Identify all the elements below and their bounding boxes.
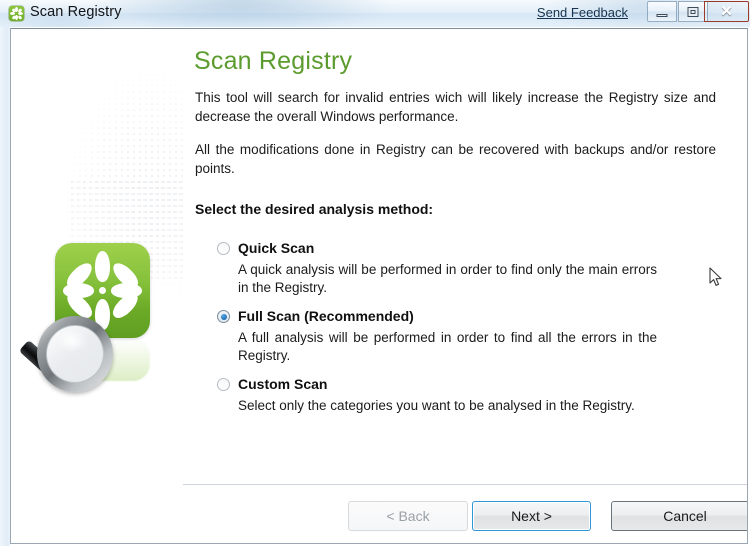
minimize-button[interactable] xyxy=(647,1,677,22)
decorative-side-panel xyxy=(11,29,183,543)
close-button[interactable]: ✕ xyxy=(704,1,749,22)
intro-paragraph-2: All the modifications done in Registry c… xyxy=(195,142,716,176)
close-icon: ✕ xyxy=(720,3,733,20)
title-bar: Scan Registry Send Feedback ✕ xyxy=(0,0,750,27)
radio-full-scan[interactable] xyxy=(217,310,230,323)
option-label-full-scan[interactable]: Full Scan (Recommended) xyxy=(238,308,414,324)
back-button[interactable]: < Back xyxy=(348,501,468,531)
analysis-method-label: Select the desired analysis method: xyxy=(195,201,434,217)
send-feedback-link[interactable]: Send Feedback xyxy=(537,5,628,20)
radio-custom-scan[interactable] xyxy=(217,378,230,391)
footer-separator-highlight xyxy=(183,485,747,486)
next-button[interactable]: Next > xyxy=(472,501,591,531)
window-title: Scan Registry xyxy=(30,4,122,20)
magnifying-glass-icon xyxy=(18,316,113,392)
page-title: Scan Registry xyxy=(194,47,353,75)
option-description-custom-scan: Select only the categories you want to b… xyxy=(238,398,635,413)
main-content: Scan Registry This tool will search for … xyxy=(183,29,747,543)
maximize-icon xyxy=(687,7,699,17)
logo-center-dot xyxy=(99,287,106,294)
option-description-quick-scan: A quick analysis will be performed in or… xyxy=(238,262,657,295)
minimize-icon xyxy=(656,14,668,17)
application-window: Scan Registry Send Feedback ✕ Scan Regis… xyxy=(0,0,750,546)
option-label-quick-scan[interactable]: Quick Scan xyxy=(238,240,314,256)
option-description-full-scan: A full analysis will be performed in ord… xyxy=(238,330,657,363)
cancel-button[interactable]: Cancel xyxy=(611,501,747,531)
radio-quick-scan[interactable] xyxy=(217,242,230,255)
intro-paragraph-1: This tool will search for invalid entrie… xyxy=(195,90,716,124)
magnifier-highlight xyxy=(57,330,87,352)
glass-blur-decoration xyxy=(90,0,390,27)
window-client-area: Scan Registry This tool will search for … xyxy=(10,28,748,544)
option-label-custom-scan[interactable]: Custom Scan xyxy=(238,376,327,392)
app-flower-icon xyxy=(9,6,24,21)
